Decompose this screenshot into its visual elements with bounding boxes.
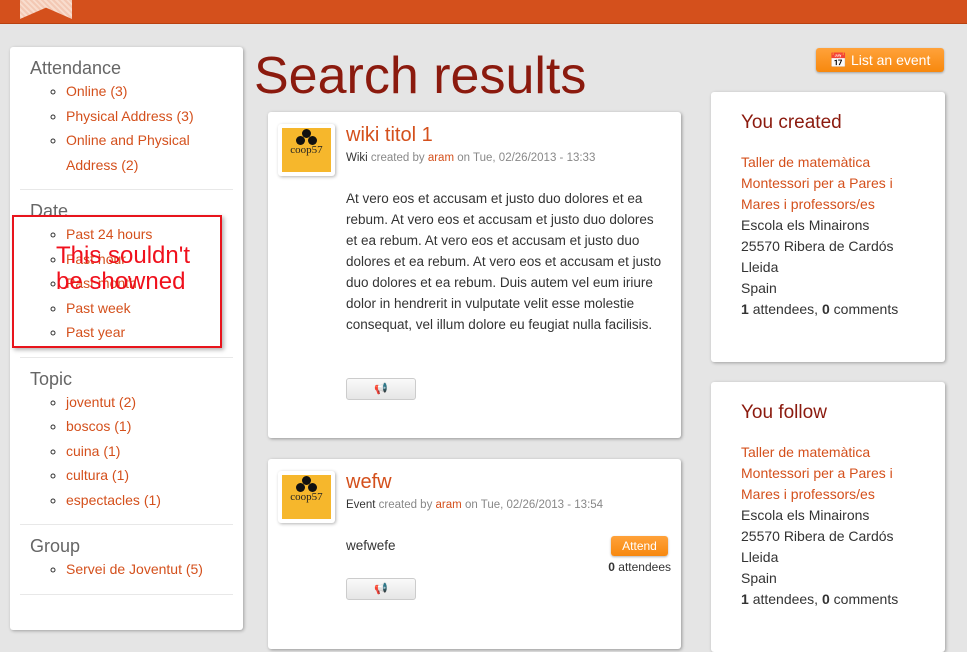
panel-title: You created	[741, 112, 842, 133]
facet-link[interactable]: joventut (2)	[66, 394, 136, 410]
facet-topic: Topic joventut (2) boscos (1) cuina (1) cul…	[20, 358, 233, 525]
country: Spain	[741, 280, 777, 296]
facet-link[interactable]: espectacles (1)	[66, 492, 161, 508]
event-link[interactable]: Taller de matemàtica Montessori per a Pa…	[741, 154, 893, 212]
site-logo[interactable]	[20, 0, 72, 19]
you-follow-panel: You follow Taller de matemàtica Montesso…	[711, 382, 945, 652]
address: 25570 Ribera de Cardós Lleida	[741, 238, 894, 275]
logo-text: coop57	[290, 144, 323, 156]
facet-link[interactable]: Servei de Joventut (5)	[66, 561, 203, 577]
event-stats: 1 attendees, 0 comments	[741, 591, 899, 607]
created-by: created by	[378, 499, 433, 511]
facet-link[interactable]: cultura (1)	[66, 467, 129, 483]
facet-link[interactable]: Online (3)	[66, 83, 127, 99]
venue: Escola els Minairons	[741, 217, 870, 233]
attendees-count: 0 attendees	[608, 560, 671, 574]
page-title: Search results	[254, 47, 587, 105]
author-link[interactable]: aram	[436, 499, 462, 511]
address: 25570 Ribera de Cardós Lleida	[741, 528, 894, 565]
venue: Escola els Minairons	[741, 507, 870, 523]
facet-link[interactable]: Physical Address (3)	[66, 108, 194, 124]
facet-title: Attendance	[30, 58, 122, 78]
attend-button[interactable]: Attend	[611, 536, 668, 556]
result-meta: Event created by aram on Tue, 02/26/2013…	[346, 499, 603, 511]
result-thumbnail: coop57	[278, 471, 335, 523]
panel-title: You follow	[741, 402, 827, 423]
facet-link[interactable]: Online and Physical Address (2)	[66, 132, 190, 173]
facet-link[interactable]: boscos (1)	[66, 418, 131, 434]
megaphone-icon: 📢	[374, 583, 388, 595]
result-title[interactable]: wiki titol 1	[346, 124, 433, 147]
facet-title: Topic	[30, 368, 73, 389]
list-event-label: List an event	[850, 52, 931, 68]
result-date: on Tue, 02/26/2013 - 13:54	[464, 499, 604, 511]
event-link[interactable]: Taller de matemàtica Montessori per a Pa…	[741, 444, 893, 502]
facet-group: Group Servei de Joventut (5)	[20, 525, 233, 595]
result-thumbnail: coop57	[278, 124, 335, 176]
list-event-button[interactable]: 📅 List an event	[816, 48, 944, 72]
result-card: coop57 wiki titol 1 Wiki created by aram…	[268, 112, 681, 438]
you-created-panel: You created Taller de matemàtica Montess…	[711, 92, 945, 362]
created-by: created by	[370, 152, 425, 164]
event-stats: 1 attendees, 0 comments	[741, 301, 899, 317]
facet-link[interactable]: cuina (1)	[66, 443, 120, 459]
top-bar	[0, 0, 967, 24]
share-button[interactable]: 📢	[346, 578, 416, 600]
logo-text: coop57	[290, 491, 323, 503]
annotation-text: This souldn't be showned	[56, 242, 190, 295]
country: Spain	[741, 570, 777, 586]
megaphone-icon: 📢	[374, 383, 388, 395]
result-body: At vero eos et accusam et justo duo dolo…	[346, 191, 662, 332]
result-date: on Tue, 02/26/2013 - 13:33	[457, 152, 596, 164]
result-title[interactable]: wefw	[346, 471, 392, 494]
share-button[interactable]: 📢	[346, 378, 416, 400]
calendar-icon: 📅	[829, 52, 848, 68]
annotation-box: This souldn't be showned	[12, 215, 222, 348]
result-meta: Wiki created by aram on Tue, 02/26/2013 …	[346, 152, 595, 164]
result-type: Wiki	[346, 152, 368, 164]
facet-title: Group	[30, 536, 81, 556]
author-link[interactable]: aram	[428, 152, 454, 164]
result-type: Event	[346, 499, 376, 511]
facet-attendance: Attendance Online (3) Physical Address (3…	[20, 47, 233, 190]
result-card: coop57 wefw Event created by aram on Tue…	[268, 459, 681, 649]
